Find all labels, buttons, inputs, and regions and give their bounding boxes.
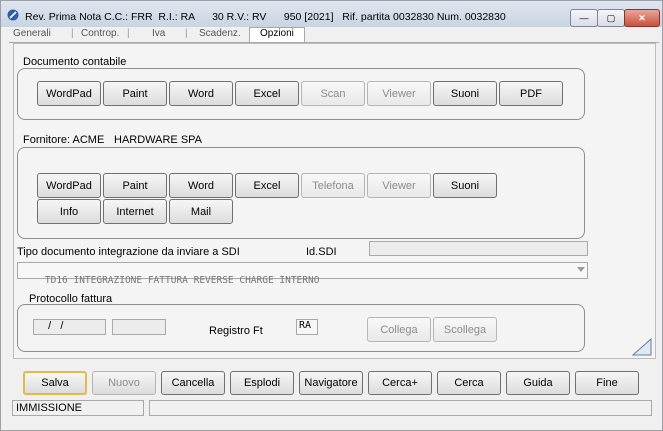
fornitore-viewer-button[interactable]: Viewer	[367, 173, 431, 198]
documento-excel-button[interactable]: Excel	[235, 81, 299, 106]
cancella-button[interactable]: Cancella	[161, 371, 225, 395]
close-button[interactable]: ✕	[624, 9, 660, 27]
registro-label: Registro Ft	[209, 325, 263, 337]
documento-suoni-button[interactable]: Suoni	[433, 81, 497, 106]
title-bar: Rev. Prima Nota C.C.: FRR R.I.: RA 30 R.…	[1, 1, 662, 27]
documento-wordpad-button[interactable]: WordPad	[37, 81, 101, 106]
restore-icon: ▢	[606, 12, 616, 23]
tab-opzioni[interactable]: Opzioni	[249, 27, 305, 42]
navigatore-button[interactable]: Navigatore	[299, 371, 363, 395]
cerca-plus-button[interactable]: Cerca+	[368, 371, 432, 395]
resize-corner-icon[interactable]	[632, 338, 652, 356]
status-mode: IMMISSIONE	[12, 400, 144, 416]
fornitore-label: Fornitore: ACME	[23, 134, 105, 146]
tab-separator: |	[185, 28, 188, 39]
id-sdi-label: Id.SDI	[306, 246, 337, 258]
tab-controp[interactable]: Controp.	[81, 28, 119, 39]
registro-field[interactable]: RA	[296, 319, 318, 335]
close-icon: ✕	[638, 12, 646, 23]
tab-scadenz[interactable]: Scadenz.	[199, 28, 241, 39]
tab-iva[interactable]: Iva	[152, 28, 165, 39]
sdi-label: Tipo documento integrazione da inviare a…	[17, 246, 240, 258]
fornitore-telefona-button[interactable]: Telefona	[301, 173, 365, 198]
salva-button[interactable]: Salva	[23, 371, 87, 395]
app-icon	[7, 9, 19, 21]
tab-separator: |	[127, 28, 130, 39]
esplodi-button[interactable]: Esplodi	[230, 371, 294, 395]
documento-title: Documento contabile	[23, 56, 127, 68]
nuovo-button[interactable]: Nuovo	[92, 371, 156, 395]
documento-paint-button[interactable]: Paint	[103, 81, 167, 106]
protocollo-date-field[interactable]: / /	[33, 319, 106, 335]
minimize-icon: —	[579, 13, 589, 23]
fornitore-excel-button[interactable]: Excel	[235, 173, 299, 198]
chevron-down-icon	[577, 267, 585, 272]
guida-button[interactable]: Guida	[506, 371, 570, 395]
fornitore-name: HARDWARE SPA	[114, 134, 203, 146]
tab-bar: Generali | Controp. | Iva | Scadenz. Opz…	[9, 27, 659, 43]
tab-generali[interactable]: Generali	[13, 28, 51, 39]
status-message	[149, 400, 652, 416]
collega-button[interactable]: Collega	[367, 317, 431, 342]
id-sdi-field[interactable]	[369, 241, 588, 256]
main-window: Rev. Prima Nota C.C.: FRR R.I.: RA 30 R.…	[0, 0, 663, 431]
scollega-button[interactable]: Scollega	[433, 317, 497, 342]
documento-viewer-button[interactable]: Viewer	[367, 81, 431, 106]
protocollo-number-field[interactable]	[112, 319, 166, 335]
restore-button[interactable]: ▢	[597, 9, 625, 27]
fornitore-paint-button[interactable]: Paint	[103, 173, 167, 198]
fornitore-suoni-button[interactable]: Suoni	[433, 173, 497, 198]
fornitore-internet-button[interactable]: Internet	[103, 199, 167, 224]
tab-separator: |	[71, 28, 74, 39]
fine-button[interactable]: Fine	[575, 371, 639, 395]
fornitore-wordpad-button[interactable]: WordPad	[37, 173, 101, 198]
documento-scan-button[interactable]: Scan	[301, 81, 365, 106]
documento-pdf-button[interactable]: PDF	[499, 81, 563, 106]
cerca-button[interactable]: Cerca	[437, 371, 501, 395]
sdi-type-value: TD16 INTEGRAZIONE FATTURA REVERSE CHARGE…	[44, 275, 320, 286]
window-title: Rev. Prima Nota C.C.: FRR R.I.: RA 30 R.…	[25, 11, 506, 23]
fornitore-word-button[interactable]: Word	[169, 173, 233, 198]
fornitore-mail-button[interactable]: Mail	[169, 199, 233, 224]
fornitore-info-button[interactable]: Info	[37, 199, 101, 224]
documento-word-button[interactable]: Word	[169, 81, 233, 106]
sdi-type-select[interactable]: TD16 INTEGRAZIONE FATTURA REVERSE CHARGE…	[17, 262, 588, 286]
minimize-button[interactable]: —	[570, 9, 598, 27]
